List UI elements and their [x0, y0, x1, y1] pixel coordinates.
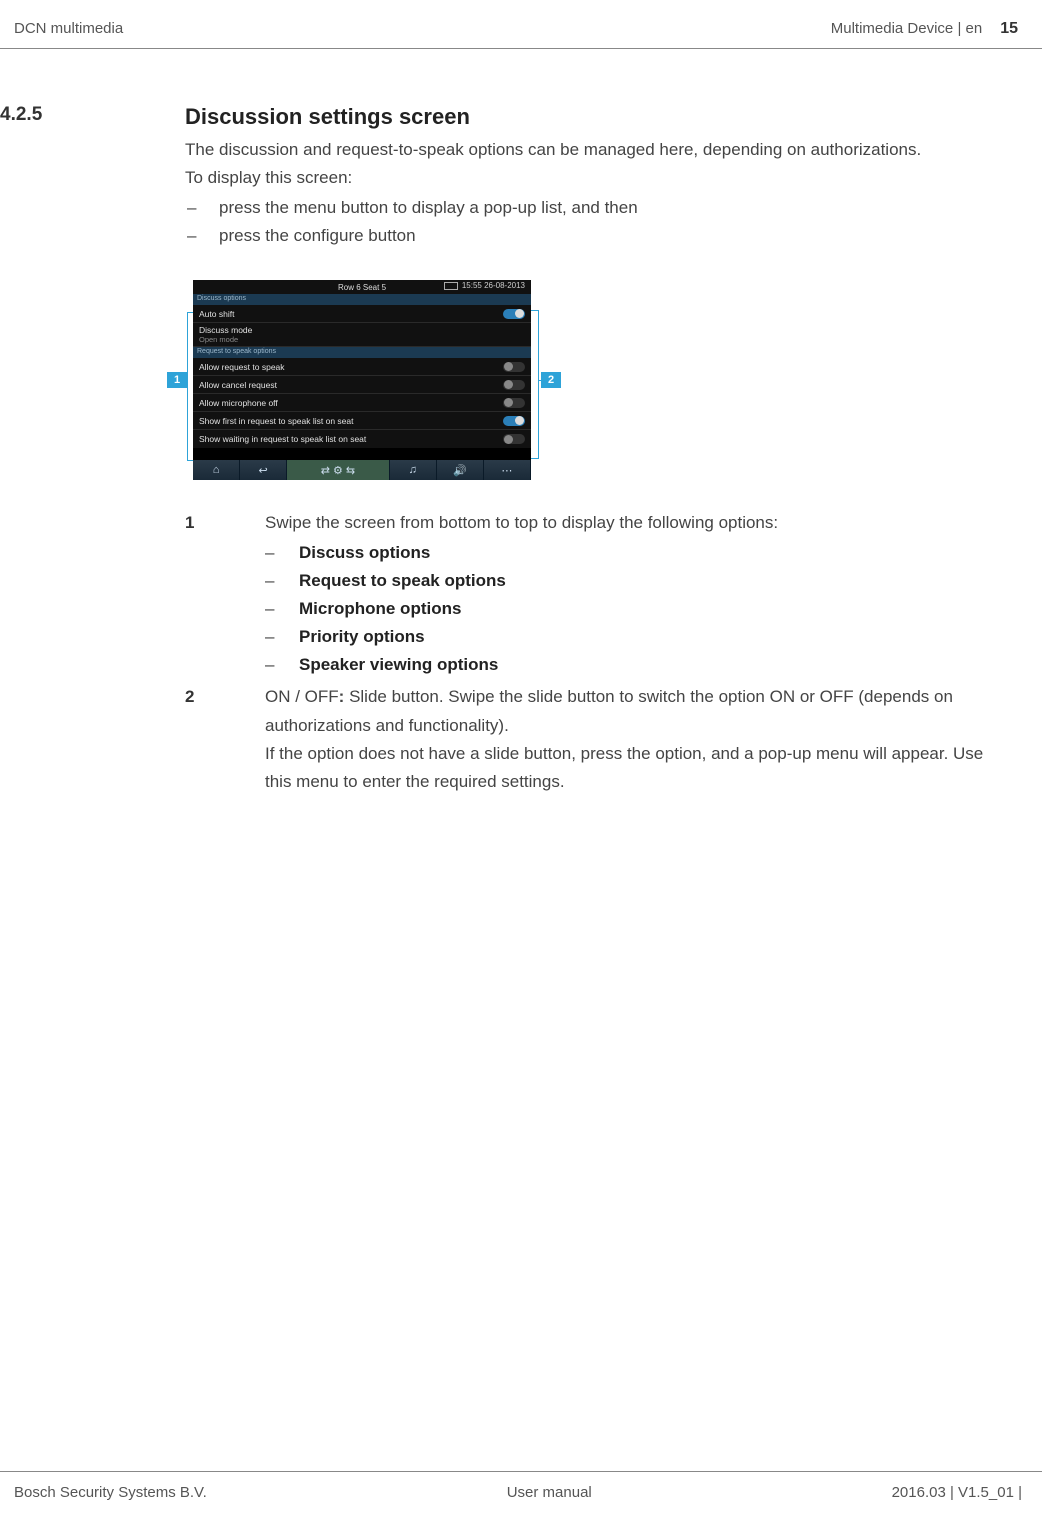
device-navbar: ⌂ ↩ ⇄ ⚙ ⇆ ♫ 🔊 ⋯	[193, 460, 531, 480]
intro-para-2: To display this screen:	[185, 164, 1012, 192]
toggle-off[interactable]	[503, 398, 525, 408]
option-allow-cancel[interactable]: Allow cancel request	[193, 376, 531, 394]
option-label: Allow microphone off	[199, 398, 278, 408]
callout-2: 2	[541, 372, 561, 388]
nav-center-icon[interactable]: ⇄ ⚙ ⇆	[287, 460, 389, 480]
header-right: Multimedia Device | en 15	[831, 20, 1018, 38]
option-label: Allow cancel request	[199, 380, 277, 390]
option-discuss-mode[interactable]: Discuss mode Open mode	[193, 323, 531, 347]
legend-item: Priority options	[299, 623, 425, 651]
legend-rest: Slide button. Swipe the slide button to …	[265, 687, 953, 734]
option-label: Discuss mode	[199, 325, 252, 335]
option-sublabel: Open mode	[199, 335, 238, 344]
header-right-text: Multimedia Device | en	[831, 20, 982, 37]
toggle-on[interactable]	[503, 416, 525, 426]
nav-home-icon[interactable]: ⌂	[193, 460, 240, 480]
option-label: Allow request to speak	[199, 362, 285, 372]
bullet-text: press the configure button	[219, 222, 416, 250]
nav-speaker-icon[interactable]: 🔊	[437, 460, 484, 480]
section-body: Discussion settings screen The discussio…	[185, 104, 1012, 800]
legend-item: Request to speak options	[299, 567, 506, 595]
footer-left: Bosch Security Systems B.V.	[14, 1484, 207, 1501]
legend-item: Speaker viewing options	[299, 651, 498, 679]
bullet-text: press the menu button to display a pop-u…	[219, 194, 638, 222]
legend-text: ON / OFF: Slide button. Swipe the slide …	[265, 683, 1012, 739]
toggle-on[interactable]	[503, 309, 525, 319]
legend-text-2: If the option does not have a slide butt…	[265, 740, 1012, 796]
bullet-row: – press the menu button to display a pop…	[185, 194, 1012, 222]
figure: 1 2 Row 6 Seat 5 15:55 26-08-2013 Discus…	[177, 280, 567, 485]
footer-center: User manual	[507, 1484, 592, 1501]
legend-num: 1	[185, 509, 265, 679]
device-screenshot: Row 6 Seat 5 15:55 26-08-2013 Discuss op…	[193, 280, 531, 480]
option-label: Auto shift	[199, 309, 234, 319]
option-allow-mic-off[interactable]: Allow microphone off	[193, 394, 531, 412]
device-datetime: 15:55 26-08-2013	[462, 281, 525, 290]
device-seat: Row 6 Seat 5	[338, 283, 386, 292]
page-header: DCN multimedia Multimedia Device | en 15	[0, 0, 1042, 49]
page-number: 15	[1000, 20, 1018, 38]
option-label: Show waiting in request to speak list on…	[199, 434, 366, 444]
legend-item: Microphone options	[299, 595, 461, 623]
option-show-waiting[interactable]: Show waiting in request to speak list on…	[193, 430, 531, 448]
footer-right: 2016.03 | V1.5_01 |	[892, 1484, 1022, 1501]
bullet-row: – press the configure button	[185, 222, 1012, 250]
legend-row-2: 2 ON / OFF: Slide button. Swipe the slid…	[185, 683, 1012, 795]
nav-back-icon[interactable]: ↩	[240, 460, 287, 480]
nav-more-icon[interactable]: ⋯	[484, 460, 531, 480]
toggle-off[interactable]	[503, 434, 525, 444]
device-status-right: 15:55 26-08-2013	[444, 281, 525, 290]
legend-item: Discuss options	[299, 539, 430, 567]
intro-para-1: The discussion and request-to-speak opti…	[185, 136, 1012, 164]
legend-body: ON / OFF: Slide button. Swipe the slide …	[265, 683, 1012, 795]
section-header-discuss: Discuss options	[193, 294, 531, 305]
page-footer: Bosch Security Systems B.V. User manual …	[0, 1471, 1042, 1527]
legend-row-1: 1 Swipe the screen from bottom to top to…	[185, 509, 1012, 679]
toggle-off[interactable]	[503, 362, 525, 372]
section-header-request: Request to speak options	[193, 347, 531, 358]
callout-1: 1	[167, 372, 187, 388]
intro-bullets: – press the menu button to display a pop…	[185, 194, 1012, 250]
legend-body: Swipe the screen from bottom to top to d…	[265, 509, 1012, 679]
legend-num: 2	[185, 683, 265, 795]
legend-prefix: ON / OFF	[265, 687, 339, 706]
legend-sublist: –Discuss options –Request to speak optio…	[265, 539, 1012, 679]
toggle-off[interactable]	[503, 380, 525, 390]
nav-headphones-icon[interactable]: ♫	[390, 460, 437, 480]
option-allow-request[interactable]: Allow request to speak	[193, 358, 531, 376]
option-auto-shift[interactable]: Auto shift	[193, 305, 531, 323]
option-label: Show first in request to speak list on s…	[199, 416, 354, 426]
device-statusbar: Row 6 Seat 5 15:55 26-08-2013	[193, 280, 531, 294]
header-left: DCN multimedia	[14, 20, 123, 37]
option-show-first[interactable]: Show first in request to speak list on s…	[193, 412, 531, 430]
section-title: Discussion settings screen	[185, 104, 1012, 130]
content: 4.2.5 Discussion settings screen The dis…	[0, 49, 1042, 800]
legend-text: Swipe the screen from bottom to top to d…	[265, 509, 1012, 537]
battery-icon	[444, 282, 458, 290]
section-number: 4.2.5	[0, 104, 185, 126]
